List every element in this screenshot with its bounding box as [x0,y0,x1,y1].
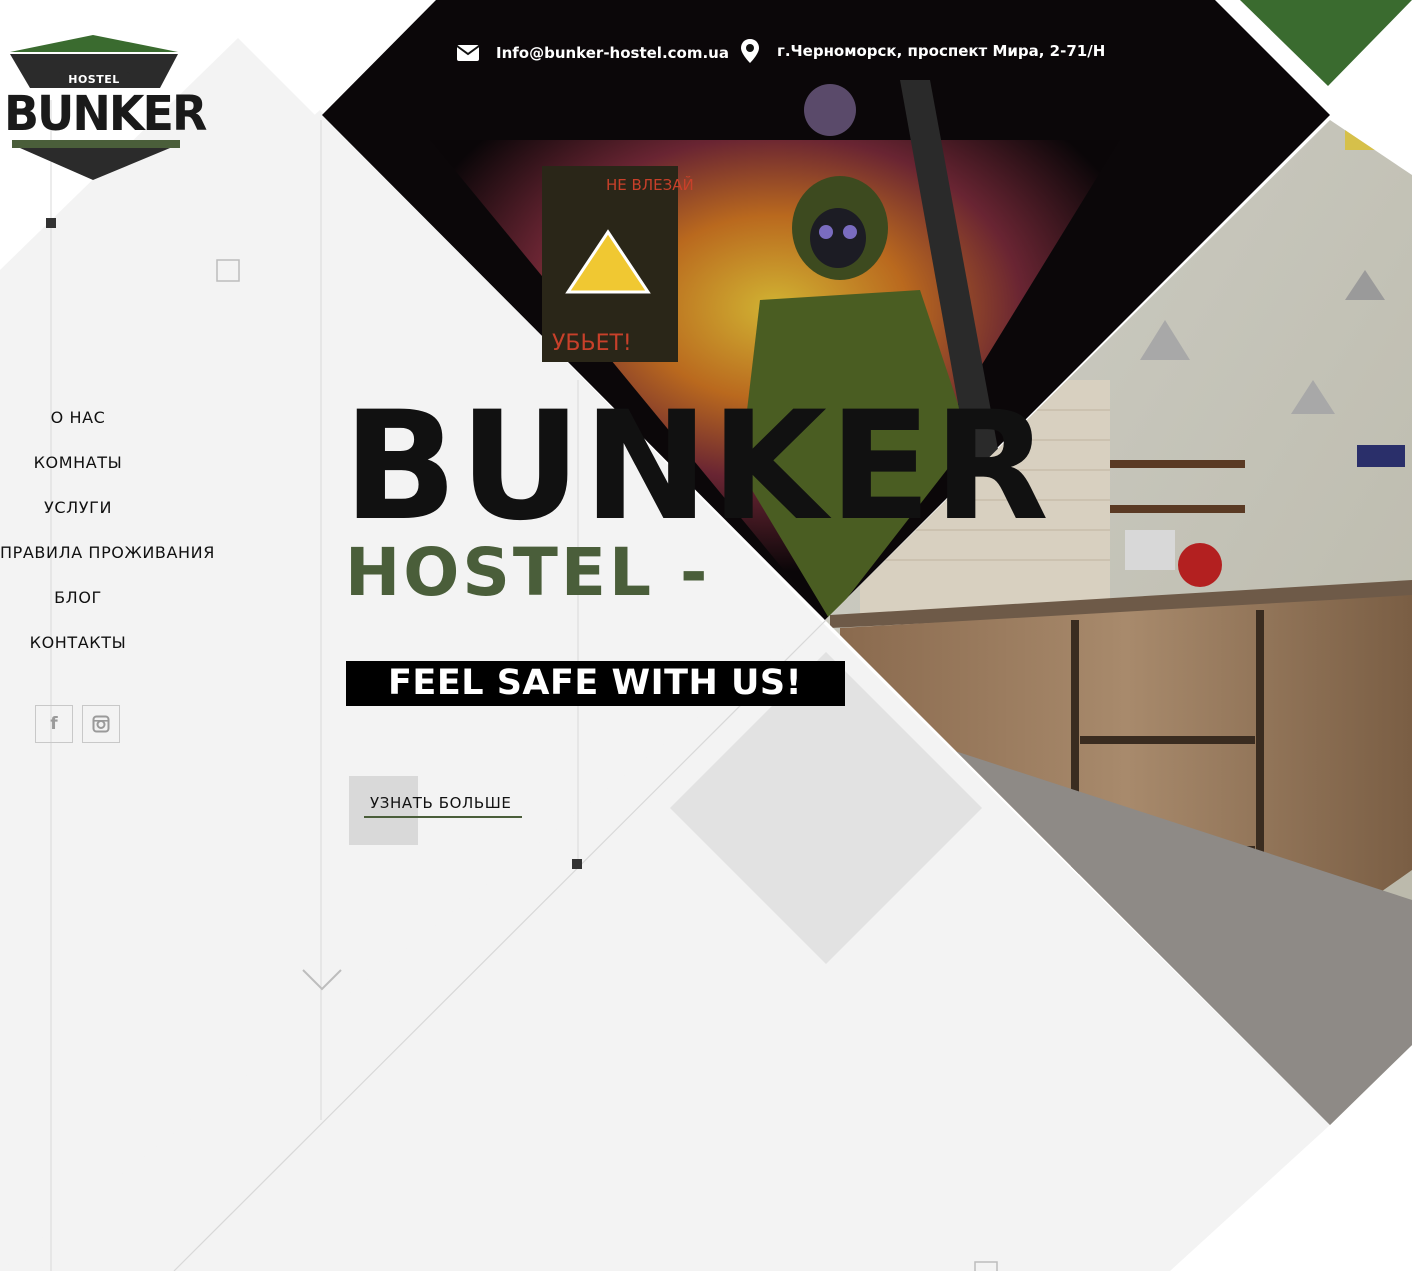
header-email[interactable]: Info@bunker-hostel.com.ua [456,42,729,64]
nav-item-blog[interactable]: БЛОГ [0,588,156,607]
svg-text:УБЬЕТ!: УБЬЕТ! [552,331,632,356]
nav-item-contacts[interactable]: КОНТАКТЫ [0,633,156,652]
envelope-icon [456,45,480,61]
bunker-logo[interactable]: HOSTEL BUNKER [0,30,207,185]
address-text[interactable]: г.Черноморск, проспект Мира, 2-71/Н [777,42,1105,60]
logo-wordmark: BUNKER [4,84,207,142]
hero-slogan: FEEL SAFE WITH US! [346,661,845,706]
nav-item-rooms[interactable]: КОМНАТЫ [0,453,156,472]
svg-text:НЕ ВЛЕЗАЙ: НЕ ВЛЕЗАЙ [606,175,694,194]
instagram-button[interactable] [82,705,120,743]
nav-item-services[interactable]: УСЛУГИ [0,498,156,517]
nav-item-rules[interactable]: ПРАВИЛА ПРОЖИВАНИЯ [0,543,214,562]
hero-subtitle: HOSTEL - [345,534,711,611]
hero-title: BUNKER [343,380,1051,554]
scroll-down-chevron-icon[interactable] [302,968,342,992]
learn-more-button[interactable]: УЗНАТЬ БОЛЬШЕ [364,794,522,818]
map-pin-icon [741,39,759,63]
nav-item-about[interactable]: О НАС [0,408,156,427]
facebook-button[interactable]: f [35,705,73,743]
header-address[interactable]: г.Черноморск, проспект Мира, 2-71/Н [740,39,1105,63]
background-graphics: НЕ ВЛЕЗАЙ УБЬЕТ! [0,0,1412,1271]
email-text[interactable]: Info@bunker-hostel.com.ua [496,44,729,62]
facebook-icon: f [50,714,58,734]
instagram-icon [92,715,110,733]
